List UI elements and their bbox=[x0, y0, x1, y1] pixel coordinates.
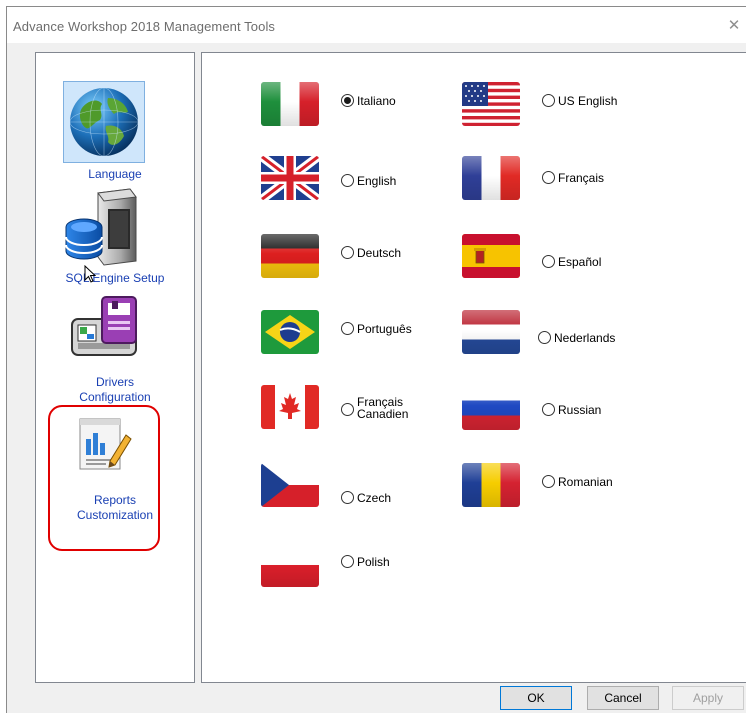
language-panel: Italiano English Deutsch Português Franç… bbox=[201, 52, 746, 683]
brazil-flag-icon bbox=[261, 310, 319, 354]
radio-english[interactable] bbox=[341, 174, 354, 187]
mouse-cursor-icon bbox=[84, 265, 96, 283]
canada-flag-icon bbox=[261, 385, 319, 429]
language-label: Russian bbox=[558, 403, 602, 417]
language-label: Nederlands bbox=[554, 331, 616, 345]
radio-us-english[interactable] bbox=[542, 94, 555, 107]
radio-czech[interactable] bbox=[341, 491, 354, 504]
sidebar-item-sql-engine-setup[interactable]: SQL Engine Setup bbox=[36, 185, 194, 290]
cancel-button[interactable]: Cancel bbox=[587, 686, 659, 710]
close-icon[interactable]: ✕ bbox=[725, 17, 743, 35]
radio-italiano[interactable] bbox=[341, 94, 354, 107]
language-label: English bbox=[357, 174, 397, 188]
language-label: Português bbox=[357, 322, 412, 336]
language-option-us-english[interactable]: US English bbox=[462, 82, 662, 130]
language-label: Romanian bbox=[558, 475, 613, 489]
france-flag-icon bbox=[462, 156, 520, 200]
russia-flag-icon bbox=[462, 386, 520, 430]
language-option-polish[interactable]: Polish bbox=[261, 543, 431, 591]
globe-icon bbox=[69, 87, 139, 157]
uk-flag-icon bbox=[261, 156, 319, 200]
language-label: Italiano bbox=[357, 94, 396, 108]
language-option-deutsch[interactable]: Deutsch bbox=[261, 234, 431, 282]
language-label: Polish bbox=[357, 555, 390, 569]
language-option-czech[interactable]: Czech bbox=[261, 463, 431, 511]
radio-romanian[interactable] bbox=[542, 475, 555, 488]
sidebar-item-drivers-configuration[interactable]: Drivers Configuration bbox=[36, 291, 194, 406]
ok-button[interactable]: OK bbox=[500, 686, 572, 710]
window-title: Advance Workshop 2018 Management Tools bbox=[13, 19, 276, 34]
language-option-romanian[interactable]: Romanian bbox=[462, 463, 662, 511]
language-label: Français bbox=[558, 171, 605, 185]
sidebar-item-label: Language bbox=[88, 167, 142, 181]
language-option-nederlands[interactable]: Nederlands bbox=[462, 310, 662, 358]
language-option-francais[interactable]: Français bbox=[462, 156, 662, 204]
spain-flag-icon bbox=[462, 234, 520, 278]
radio-polish[interactable] bbox=[341, 555, 354, 568]
title-bar: Advance Workshop 2018 Management Tools ✕ bbox=[7, 7, 746, 43]
language-label: Deutsch bbox=[357, 246, 402, 260]
radio-francais-canadien[interactable] bbox=[341, 403, 354, 416]
database-server-icon bbox=[65, 188, 137, 266]
radio-francais[interactable] bbox=[542, 171, 555, 184]
poland-flag-icon bbox=[261, 543, 319, 587]
highlight-annotation-ring bbox=[48, 405, 160, 551]
radio-nederlands[interactable] bbox=[538, 331, 551, 344]
language-option-francais-canadien[interactable]: Français Canadien bbox=[261, 385, 431, 433]
usa-flag-icon bbox=[462, 82, 520, 126]
language-option-english[interactable]: English bbox=[261, 156, 431, 204]
language-option-espanol[interactable]: Español bbox=[462, 234, 662, 282]
radio-espanol[interactable] bbox=[542, 255, 555, 268]
language-label: Czech bbox=[357, 491, 392, 505]
sidebar-panel: Language SQL Engine Setup Drivers Config… bbox=[35, 52, 195, 683]
language-label: Español bbox=[558, 255, 602, 269]
language-label: Français Canadien bbox=[357, 395, 409, 421]
radio-russian[interactable] bbox=[542, 403, 555, 416]
italy-flag-icon bbox=[261, 82, 319, 126]
language-option-portugues[interactable]: Português bbox=[261, 310, 431, 358]
language-option-italiano[interactable]: Italiano bbox=[261, 82, 431, 130]
romania-flag-icon bbox=[462, 463, 520, 507]
apply-button[interactable]: Apply bbox=[672, 686, 744, 710]
sidebar-item-language[interactable]: Language bbox=[36, 53, 194, 183]
language-label: US English bbox=[558, 94, 618, 108]
language-option-russian[interactable]: Russian bbox=[462, 386, 662, 434]
drivers-printer-icon bbox=[71, 296, 137, 356]
czech-flag-icon bbox=[261, 463, 319, 507]
sidebar-item-label: SQL Engine Setup bbox=[65, 271, 165, 285]
radio-portugues[interactable] bbox=[341, 322, 354, 335]
netherlands-flag-icon bbox=[462, 310, 520, 354]
germany-flag-icon bbox=[261, 234, 319, 278]
sidebar-item-label: Drivers Configuration bbox=[79, 375, 151, 404]
radio-deutsch[interactable] bbox=[341, 246, 354, 259]
